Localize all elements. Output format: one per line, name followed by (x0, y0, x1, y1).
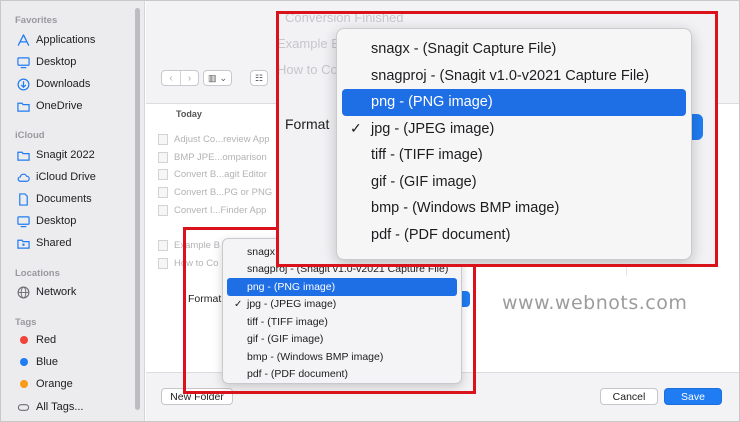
sidebar-item-downloads[interactable]: Downloads (17, 75, 90, 93)
file-name: Convert B...agit Editor (174, 169, 267, 180)
sidebar-item-label: OneDrive (36, 100, 83, 112)
file-row[interactable]: BMP JPE...omparison (158, 150, 267, 165)
sidebar-item-label: Desktop (36, 56, 77, 68)
sidebar-item-icloud-drive[interactable]: iCloud Drive (17, 168, 96, 186)
grid-icon: ☷ (255, 72, 264, 83)
sidebar-item-label: Desktop (36, 215, 77, 227)
orange-tag-dot-icon (17, 378, 30, 391)
sidebar-item-shared[interactable]: Shared (17, 234, 71, 252)
cloud-icon (17, 171, 30, 184)
sidebar-item-network[interactable]: Network (17, 283, 76, 301)
file-icon (158, 240, 168, 251)
watermark-text: www.webnots.com (502, 292, 688, 314)
sidebar-item-all-tags[interactable]: All Tags... (17, 398, 84, 416)
columns-icon: ▥ (208, 72, 217, 83)
sidebar-item-label: Network (36, 286, 77, 298)
column-view-button[interactable]: ▥ ⌄ (203, 70, 233, 86)
file-row[interactable]: Convert I...Finder App (158, 203, 266, 218)
file-name: Adjust Co...review App (174, 134, 270, 145)
sidebar-item-tag-blue[interactable]: Blue (17, 353, 58, 371)
blue-tag-dot-icon (17, 356, 30, 369)
file-icon (158, 169, 168, 180)
sidebar-item-label: Downloads (36, 78, 91, 90)
file-icon (158, 134, 168, 145)
back-arrow-icon[interactable]: ‹ (162, 71, 180, 85)
desktop-icon (17, 56, 30, 69)
sidebar-scrollbar[interactable] (135, 8, 140, 410)
sidebar-item-applications[interactable]: Applications (17, 31, 95, 49)
file-name: Convert B...PG or PNG (174, 187, 273, 198)
forward-arrow-icon[interactable]: › (180, 71, 198, 85)
tag-outline-icon (17, 401, 30, 414)
downloads-icon (17, 78, 30, 91)
shared-folder-icon (17, 237, 30, 250)
sidebar-item-tag-red[interactable]: Red (17, 331, 56, 349)
file-icon (158, 205, 168, 216)
sidebar-item-label: All Tags... (36, 401, 84, 413)
sidebar-item-label: Blue (36, 356, 59, 368)
sidebar-item-documents[interactable]: Documents (17, 190, 92, 208)
sidebar-item-onedrive[interactable]: OneDrive (17, 97, 82, 115)
chevron-down-icon: ⌄ (219, 72, 228, 83)
sidebar-item-label: Documents (36, 193, 92, 205)
sidebar-section-tags: Tags (15, 317, 37, 328)
sidebar-item-tag-orange[interactable]: Orange (17, 375, 73, 393)
sidebar-item-label: Applications (36, 34, 96, 46)
applications-icon (17, 33, 30, 47)
desktop-icon (17, 215, 30, 228)
highlight-box-zoomed (276, 11, 718, 267)
grid-view-button[interactable]: ☷ (250, 70, 269, 86)
file-icon (158, 152, 168, 163)
cancel-button[interactable]: Cancel (600, 388, 658, 405)
file-icon (158, 187, 168, 198)
file-row[interactable]: Convert B...agit Editor (158, 167, 267, 182)
file-icon (158, 258, 168, 269)
file-name: BMP JPE...omparison (174, 152, 267, 163)
folder-icon (17, 100, 30, 113)
sidebar: Favorites Applications Desktop Downloads… (0, 0, 145, 422)
document-icon (17, 192, 30, 206)
file-group-header: Today (176, 109, 202, 119)
sidebar-item-snagit-2022[interactable]: Snagit 2022 (17, 146, 95, 164)
folder-icon (17, 149, 30, 162)
back-forward-buttons[interactable]: ‹ › (161, 70, 199, 86)
sidebar-item-label: Red (36, 334, 57, 346)
file-name: Convert I...Finder App (174, 205, 267, 216)
network-globe-icon (17, 286, 30, 299)
sidebar-item-label: Shared (36, 237, 72, 249)
sidebar-item-icloud-desktop[interactable]: Desktop (17, 212, 76, 230)
sidebar-section-locations: Locations (15, 268, 60, 279)
sidebar-section-icloud: iCloud (15, 130, 45, 141)
sidebar-item-label: Snagit 2022 (36, 149, 95, 161)
sidebar-item-label: Orange (36, 378, 73, 390)
red-tag-dot-icon (17, 334, 30, 347)
file-row[interactable]: Adjust Co...review App (158, 132, 270, 147)
sidebar-item-label: iCloud Drive (36, 171, 96, 183)
file-row[interactable]: Convert B...PG or PNG (158, 185, 272, 200)
save-button[interactable]: Save (664, 388, 722, 405)
sidebar-item-desktop[interactable]: Desktop (17, 53, 76, 71)
sidebar-section-favorites: Favorites (15, 15, 58, 26)
